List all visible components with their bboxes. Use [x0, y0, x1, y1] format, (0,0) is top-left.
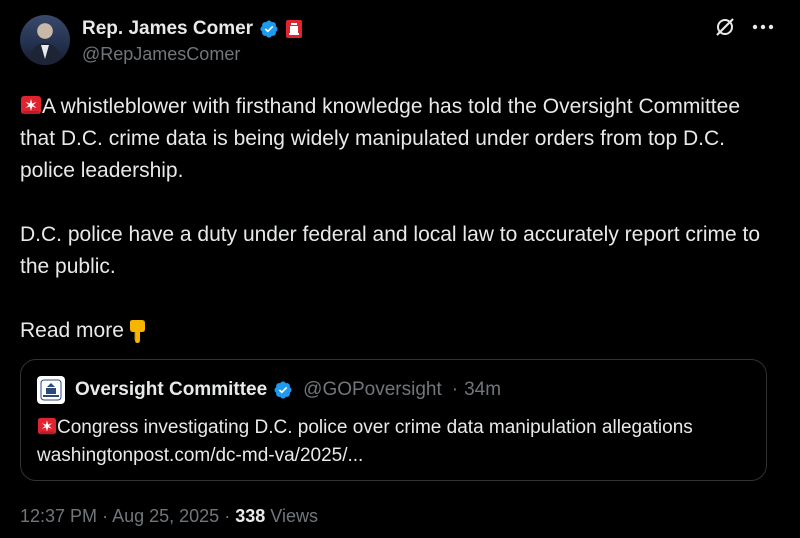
quoted-author-handle[interactable]: @GOPoversight	[303, 379, 442, 401]
post-meta: 12:37 PM · Aug 25, 2025 · 338 Views	[20, 506, 318, 527]
house-seal-icon	[286, 20, 303, 38]
quoted-post-card[interactable]: Oversight Committee @GOPoversight · 34m …	[20, 359, 767, 481]
post-paragraph-2: D.C. police have a duty under federal an…	[20, 219, 780, 283]
post-time[interactable]: 12:37 PM	[20, 506, 97, 526]
avatar[interactable]	[20, 15, 70, 65]
quoted-post-body: Congress investigating D.C. police over …	[37, 414, 693, 470]
views-label: Views	[270, 506, 318, 526]
quoted-time[interactable]: 34m	[464, 379, 501, 401]
grok-icon[interactable]	[714, 16, 736, 38]
verified-badge-icon	[260, 20, 278, 38]
post-text-2: D.C. police have a duty under federal an…	[20, 223, 761, 278]
more-icon[interactable]	[752, 24, 774, 30]
post-paragraph-1: A whistleblower with firsthand knowledge…	[20, 91, 780, 187]
post-body: A whistleblower with firsthand knowledge…	[20, 91, 780, 347]
quoted-author-name[interactable]: Oversight Committee	[75, 379, 267, 401]
read-more-line: Read more	[20, 315, 780, 347]
read-more-text: Read more	[20, 319, 124, 342]
post-actions-top	[714, 16, 774, 38]
author-name-row: Rep. James Comer	[82, 18, 303, 40]
meta-separator: ·	[224, 506, 231, 526]
quoted-post-header: Oversight Committee @GOPoversight · 34m	[37, 376, 501, 404]
meta-separator: ·	[102, 506, 109, 526]
oversight-committee-logo[interactable]	[37, 376, 65, 404]
post-date[interactable]: Aug 25, 2025	[112, 506, 219, 526]
capitol-icon	[40, 379, 62, 401]
views-count: 338	[235, 506, 266, 526]
quoted-headline-line: Congress investigating D.C. police over …	[37, 414, 693, 442]
police-siren-emoji	[21, 96, 41, 114]
quoted-link[interactable]: washingtonpost.com/dc-md-va/2025/...	[37, 442, 693, 470]
police-siren-emoji	[37, 417, 57, 435]
quoted-separator: ·	[451, 379, 459, 400]
backhand-index-pointing-down-emoji	[129, 320, 145, 343]
author-name[interactable]: Rep. James Comer	[82, 18, 253, 40]
quoted-headline: Congress investigating D.C. police over …	[57, 417, 693, 438]
verified-badge-icon	[274, 381, 292, 399]
post-text-1: A whistleblower with firsthand knowledge…	[20, 95, 741, 182]
author-handle[interactable]: @RepJamesComer	[82, 44, 240, 65]
